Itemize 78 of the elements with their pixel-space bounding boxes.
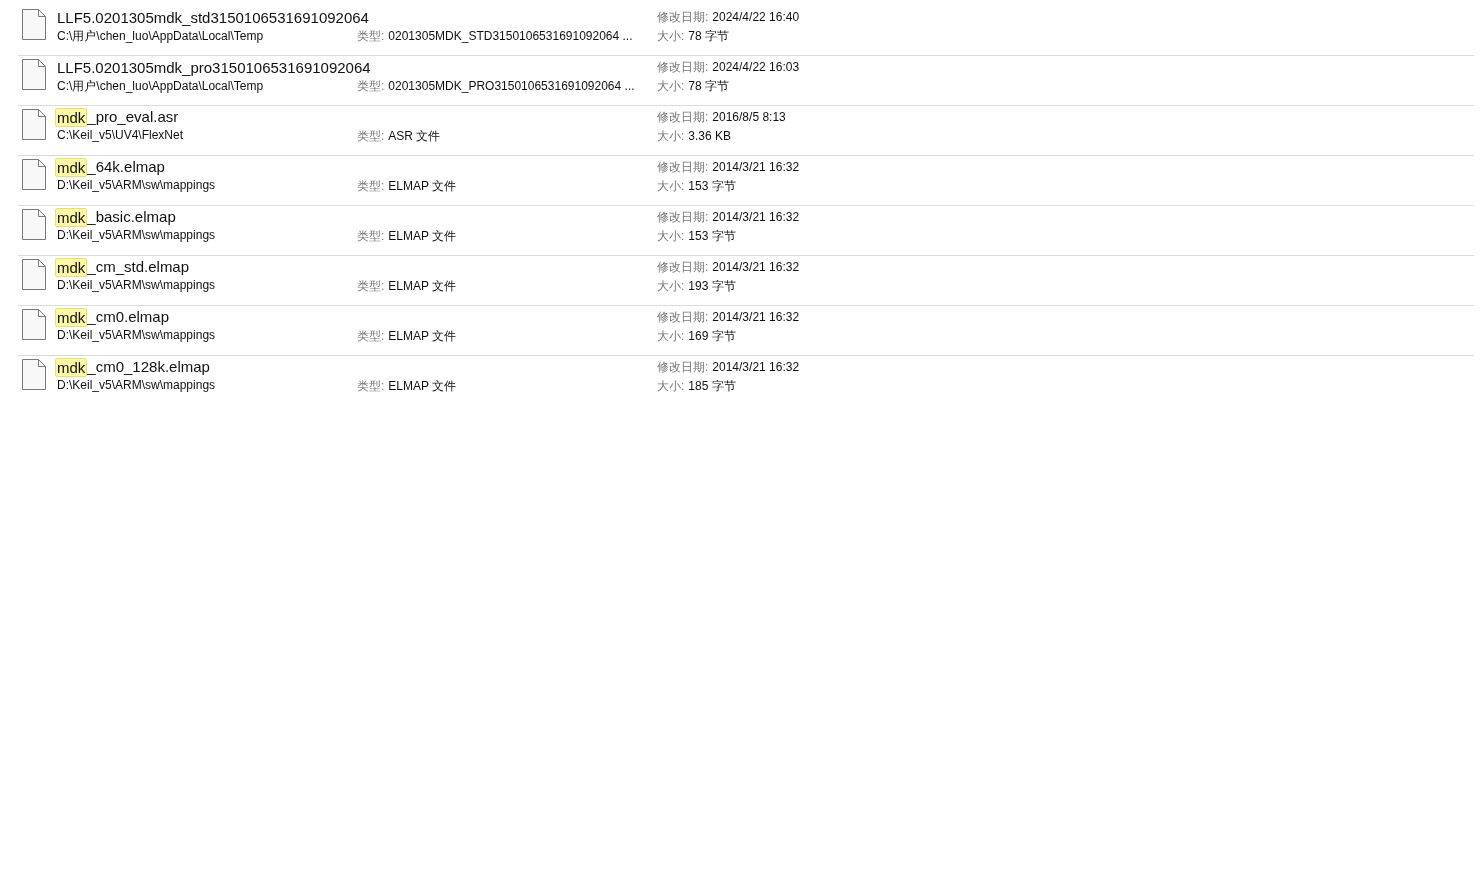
date-label: 修改日期: [657,209,709,224]
file-icon [22,158,46,190]
file-path: D:\Keil_v5\ARM\sw\mappings [57,178,217,192]
date-label: 修改日期: [657,109,709,124]
file-type: 0201305MDK_PRO3150106531691092064 ... [388,79,635,93]
modified-date: 2014/3/21 16:32 [712,309,800,324]
file-type: ELMAP 文件 [388,329,457,343]
file-name[interactable]: _64k.elmap [87,157,165,177]
file-size: 78 字节 [688,29,730,43]
file-path: D:\Keil_v5\ARM\sw\mappings [57,228,217,242]
file-path: C:\用户\chen_luo\AppData\Local\Temp [57,28,265,45]
file-icon [22,58,46,90]
search-match: mdk [55,107,88,127]
search-match: mdk [55,307,88,327]
file-size: 193 字节 [688,279,736,293]
type-label: 类型: [357,379,385,393]
modified-date: 2024/4/22 16:03 [712,59,800,74]
modified-date: 2024/4/22 16:40 [712,9,800,24]
size-label: 大小: [657,379,685,393]
file-size: 78 字节 [688,79,730,93]
modified-date: 2014/3/21 16:32 [712,259,800,274]
type-label: 类型: [357,179,385,193]
size-label: 大小: [657,279,685,293]
size-label: 大小: [657,129,685,143]
date-label: 修改日期: [657,259,709,274]
file-path: D:\Keil_v5\ARM\sw\mappings [57,328,217,342]
file-size: 3.36 KB [688,129,732,143]
file-size: 185 字节 [688,379,736,393]
type-label: 类型: [357,279,385,293]
file-path: D:\Keil_v5\ARM\sw\mappings [57,278,217,292]
file-path: C:\用户\chen_luo\AppData\Local\Temp [57,78,265,95]
file-icon [22,108,46,140]
type-label: 类型: [357,129,385,143]
size-label: 大小: [657,179,685,193]
file-name[interactable]: _pro_eval.asr [87,107,179,127]
file-type: ELMAP 文件 [388,379,457,393]
file-size: 153 字节 [688,179,736,193]
file-path: C:\Keil_v5\UV4\FlexNet [57,128,185,142]
search-match: mdk [55,257,88,277]
search-match: mdk [55,207,88,227]
date-label: 修改日期: [657,9,709,24]
modified-date: 2014/3/21 16:32 [712,209,800,224]
file-type: ELMAP 文件 [388,179,457,193]
date-label: 修改日期: [657,59,709,74]
type-label: 类型: [357,329,385,343]
type-label: 类型: [357,79,385,93]
modified-date: 2014/3/21 16:32 [712,359,800,374]
date-label: 修改日期: [657,159,709,174]
file-icon [22,208,46,240]
file-path: D:\Keil_v5\ARM\sw\mappings [57,378,217,392]
type-label: 类型: [357,229,385,243]
modified-date: 2014/3/21 16:32 [712,159,800,174]
file-size: 169 字节 [688,329,736,343]
date-label: 修改日期: [657,309,709,324]
file-type: ASR 文件 [388,129,441,143]
file-name[interactable]: _basic.elmap [87,207,176,227]
search-match: mdk [55,157,88,177]
file-icon [22,308,46,340]
file-name[interactable]: LLF5.0201305mdk_std3150106531691092064 [57,8,369,26]
size-label: 大小: [657,329,685,343]
file-name[interactable]: _cm0.elmap [87,307,170,327]
file-icon [22,358,46,390]
modified-date: 2016/8/5 8:13 [712,109,786,124]
file-icon [22,8,46,40]
file-name[interactable]: _cm_std.elmap [87,257,190,277]
file-name[interactable]: LLF5.0201305mdk_pro3150106531691092064 [57,58,371,76]
size-label: 大小: [657,79,685,93]
file-type: ELMAP 文件 [388,279,457,293]
file-icon [22,258,46,290]
file-type: ELMAP 文件 [388,229,457,243]
search-match: mdk [55,357,88,377]
file-size: 153 字节 [688,229,736,243]
type-label: 类型: [357,29,385,43]
file-name[interactable]: _cm0_128k.elmap [87,357,210,377]
size-label: 大小: [657,29,685,43]
file-type: 0201305MDK_STD3150106531691092064 ... [388,29,633,43]
size-label: 大小: [657,229,685,243]
date-label: 修改日期: [657,359,709,374]
